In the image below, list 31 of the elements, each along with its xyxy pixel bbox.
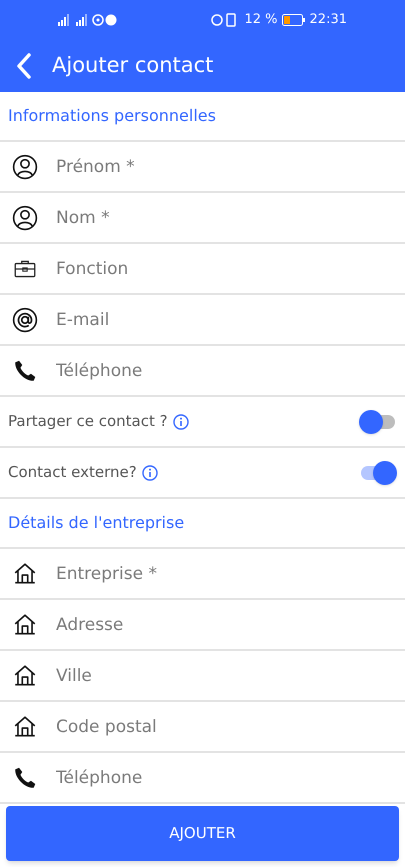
- house-icon: [12, 662, 38, 688]
- info-icon: [142, 464, 158, 480]
- input-field[interactable]: Entreprise *: [56, 554, 405, 594]
- input-field[interactable]: Téléphone: [56, 758, 405, 798]
- section-heading: Détails de l'entreprise: [8, 512, 184, 534]
- house-icon: [12, 714, 38, 740]
- toggle-label: Partager ce contact ?: [8, 411, 168, 432]
- person-icon: [12, 204, 38, 230]
- toggle-switch[interactable]: [359, 460, 397, 486]
- input-field[interactable]: Code postal: [56, 706, 405, 746]
- battery-percentage: 12 %: [244, 11, 278, 30]
- house-icon: [12, 560, 38, 586]
- input-field[interactable]: Téléphone: [56, 350, 405, 390]
- screen-title: Ajouter contact: [52, 52, 214, 80]
- input-field[interactable]: Nom *: [56, 198, 405, 238]
- toggle-switch[interactable]: [359, 408, 397, 434]
- signal-icon: [58, 14, 118, 26]
- add-button[interactable]: AJOUTER: [6, 806, 399, 861]
- at-sign-icon: [12, 306, 38, 332]
- battery-icon: [282, 14, 306, 26]
- info-icon: [172, 414, 189, 430]
- toggle-label: Contact externe?: [8, 462, 137, 484]
- section-heading: Informations personnelles: [8, 105, 216, 127]
- input-field[interactable]: Fonction: [56, 248, 405, 288]
- input-field[interactable]: E-mail: [56, 300, 405, 340]
- clock-time: 22:31: [310, 11, 347, 30]
- input-field[interactable]: Adresse: [56, 604, 405, 644]
- input-field[interactable]: Ville: [56, 656, 405, 696]
- person-icon: [12, 154, 38, 180]
- house-icon: [12, 612, 38, 638]
- input-field[interactable]: Prénom *: [56, 146, 405, 186]
